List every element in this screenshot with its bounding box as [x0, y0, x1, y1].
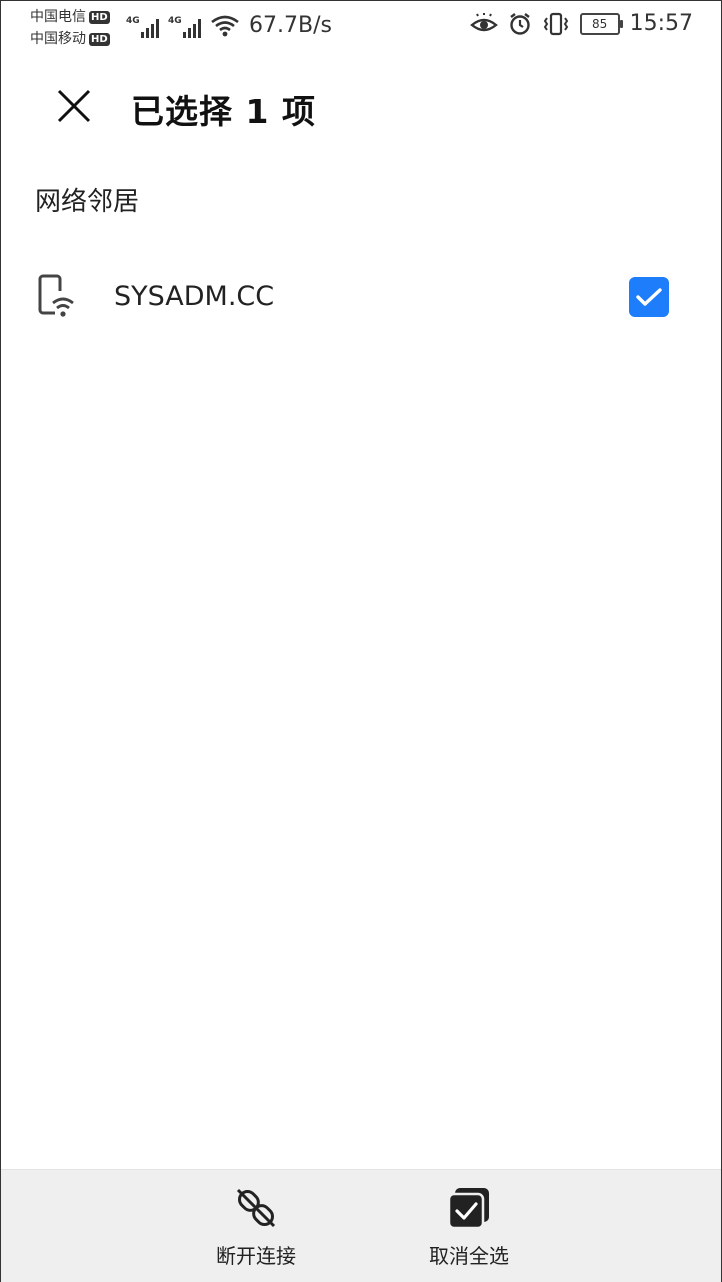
status-bar: 中国电信 HD 中国移动 HD 4G 4G 67.7B/s 85 15:57	[1, 1, 721, 53]
list-item[interactable]: SYSADM.CC	[1, 257, 721, 339]
device-checkbox[interactable]	[629, 277, 669, 317]
alarm-icon	[509, 12, 530, 35]
network-type-label: 4G	[126, 16, 140, 26]
deselect-all-label: 取消全选	[429, 1244, 509, 1268]
network-speed: 67.7B/s	[249, 13, 332, 38]
close-button[interactable]	[51, 83, 97, 129]
carrier-1-label: 中国电信	[30, 9, 86, 25]
section-label-network-neighbors: 网络邻居	[35, 187, 140, 217]
disconnect-label: 断开连接	[216, 1244, 296, 1268]
multi-check-icon	[447, 1188, 489, 1230]
status-right-group: 85 15:57	[469, 11, 693, 36]
phone-wifi-icon	[38, 274, 74, 317]
clock: 15:57	[629, 11, 693, 36]
bottom-action-bar: 断开连接 取消全选	[1, 1169, 721, 1282]
battery-icon: 85	[579, 12, 623, 35]
hd-badge: HD	[89, 10, 110, 24]
page-title: 已选择 1 项	[131, 92, 316, 131]
signal-icon: 4G	[126, 16, 162, 38]
wifi-icon	[211, 15, 239, 37]
network-type-label: 4G	[168, 16, 182, 26]
carrier-info: 中国电信 HD 中国移动 HD	[30, 6, 110, 50]
eye-comfort-icon	[469, 12, 498, 31]
unlink-icon	[236, 1188, 276, 1228]
screen-frame: 中国电信 HD 中国移动 HD 4G 4G 67.7B/s 85 15:57 已…	[0, 0, 722, 1282]
signal-indicators: 4G 4G	[126, 14, 240, 38]
vibrate-icon	[543, 12, 568, 35]
disconnect-button[interactable]: 断开连接	[186, 1186, 326, 1269]
hd-badge: HD	[89, 32, 110, 46]
deselect-all-button[interactable]: 取消全选	[399, 1186, 539, 1269]
close-icon	[57, 89, 91, 123]
signal-icon: 4G	[168, 16, 204, 38]
app-bar: 已选择 1 项	[1, 61, 721, 157]
device-name: SYSADM.CC	[114, 281, 275, 312]
carrier-2-label: 中国移动	[30, 31, 86, 47]
check-icon	[636, 288, 662, 306]
